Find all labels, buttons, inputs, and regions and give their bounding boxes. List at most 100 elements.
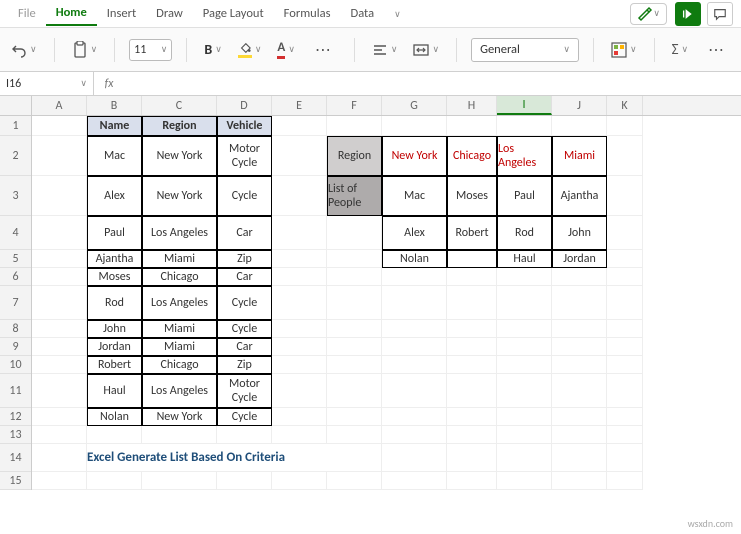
cell-F2[interactable]: Region (327, 136, 382, 176)
cell-B4[interactable]: Paul (87, 216, 142, 250)
cell-A14[interactable] (32, 444, 87, 472)
cell-G7[interactable] (382, 286, 447, 320)
cell-E1[interactable] (272, 116, 327, 136)
cell-H11[interactable] (447, 374, 497, 408)
cell-J6[interactable] (552, 268, 607, 286)
cell-G15[interactable] (382, 472, 447, 490)
cell-D1[interactable]: Vehicle (217, 116, 272, 136)
cell-C5[interactable]: Miami (142, 250, 217, 268)
undo-button[interactable]: ∨ (8, 40, 40, 60)
cell-I8[interactable] (497, 320, 552, 338)
cell-I13[interactable] (497, 426, 552, 444)
cell-H12[interactable] (447, 408, 497, 426)
fx-label[interactable]: fx (94, 77, 124, 91)
cell-I1[interactable] (497, 116, 552, 136)
cell-C6[interactable]: Chicago (142, 268, 217, 286)
cell-C11[interactable]: Los Angeles (142, 374, 217, 408)
autosum-button[interactable]: Σ ∨ (669, 39, 691, 61)
cell-K11[interactable] (607, 374, 643, 408)
cell-D15[interactable] (217, 472, 272, 490)
cell-J2[interactable]: Miami (552, 136, 607, 176)
cell-C12[interactable]: New York (142, 408, 217, 426)
row-header-12[interactable]: 12 (0, 408, 31, 426)
cell-J3[interactable]: Ajantha (552, 176, 607, 216)
more-ribbon-button[interactable]: ⋯ (701, 38, 733, 62)
cell-C9[interactable]: Miami (142, 338, 217, 356)
cell-C13[interactable] (142, 426, 217, 444)
column-header-J[interactable]: J (552, 96, 607, 115)
cell-I2[interactable]: Los Angeles (497, 136, 552, 176)
cell-G8[interactable] (382, 320, 447, 338)
cell-F15[interactable] (327, 472, 382, 490)
cell-B11[interactable]: Haul (87, 374, 142, 408)
cell-B3[interactable]: Alex (87, 176, 142, 216)
row-header-6[interactable]: 6 (0, 268, 31, 286)
cell-J14[interactable] (552, 444, 607, 472)
cell-J5[interactable]: Jordan (552, 250, 607, 268)
cell-D13[interactable] (217, 426, 272, 444)
cell-F5[interactable] (327, 250, 382, 268)
cell-D7[interactable]: Cycle (217, 286, 272, 320)
cell-J10[interactable] (552, 356, 607, 374)
cell-B8[interactable]: John (87, 320, 142, 338)
cell-H3[interactable]: Moses (447, 176, 497, 216)
cell-K3[interactable] (607, 176, 643, 216)
select-all-corner[interactable] (0, 96, 32, 116)
cell-B10[interactable]: Robert (87, 356, 142, 374)
row-header-4[interactable]: 4 (0, 216, 31, 250)
comments-button[interactable] (707, 2, 733, 26)
row-header-7[interactable]: 7 (0, 286, 31, 320)
cell-H4[interactable]: Robert (447, 216, 497, 250)
cell-E9[interactable] (272, 338, 327, 356)
cell-C10[interactable]: Chicago (142, 356, 217, 374)
cell-D10[interactable]: Zip (217, 356, 272, 374)
column-header-D[interactable]: D (217, 96, 272, 115)
cell-C8[interactable]: Miami (142, 320, 217, 338)
cell-E11[interactable] (272, 374, 327, 408)
column-header-H[interactable]: H (447, 96, 497, 115)
cell-A15[interactable] (32, 472, 87, 490)
row-header-10[interactable]: 10 (0, 356, 31, 374)
cell-K15[interactable] (607, 472, 643, 490)
font-size-select[interactable]: 11 ∨ (129, 39, 172, 61)
bold-button[interactable]: B∨ (201, 39, 224, 60)
cell-C7[interactable]: Los Angeles (142, 286, 217, 320)
cell-D9[interactable]: Car (217, 338, 272, 356)
formula-input[interactable] (124, 72, 741, 95)
paste-button[interactable]: ∨ (69, 39, 101, 61)
cell-G13[interactable] (382, 426, 447, 444)
cell-A6[interactable] (32, 268, 87, 286)
cell-E7[interactable] (272, 286, 327, 320)
cell-D2[interactable]: Motor Cycle (217, 136, 272, 176)
cell-B2[interactable]: Mac (87, 136, 142, 176)
cell-I9[interactable] (497, 338, 552, 356)
cell-D6[interactable]: Car (217, 268, 272, 286)
cell-A13[interactable] (32, 426, 87, 444)
cell-F11[interactable] (327, 374, 382, 408)
cell-H1[interactable] (447, 116, 497, 136)
column-header-G[interactable]: G (382, 96, 447, 115)
more-font-button[interactable]: ⋯ (308, 38, 340, 62)
cell-B15[interactable] (87, 472, 142, 490)
cell-B7[interactable]: Rod (87, 286, 142, 320)
cell-F10[interactable] (327, 356, 382, 374)
cell-A12[interactable] (32, 408, 87, 426)
cond-format-button[interactable]: ∨ (608, 40, 640, 60)
cell-K9[interactable] (607, 338, 643, 356)
cell-I4[interactable]: Rod (497, 216, 552, 250)
cell-F3[interactable]: List of People (327, 176, 382, 216)
cell-H13[interactable] (447, 426, 497, 444)
column-header-A[interactable]: A (32, 96, 87, 115)
cell-H2[interactable]: Chicago (447, 136, 497, 176)
cell-I14[interactable] (497, 444, 552, 472)
cell-E8[interactable] (272, 320, 327, 338)
fill-color-button[interactable]: ∨ (235, 40, 265, 60)
cell-J12[interactable] (552, 408, 607, 426)
cell-H9[interactable] (447, 338, 497, 356)
tab-draw[interactable]: Draw (146, 2, 193, 25)
cell-K12[interactable] (607, 408, 643, 426)
cell-J13[interactable] (552, 426, 607, 444)
cell-J15[interactable] (552, 472, 607, 490)
row-header-11[interactable]: 11 (0, 374, 31, 408)
cell-F12[interactable] (327, 408, 382, 426)
